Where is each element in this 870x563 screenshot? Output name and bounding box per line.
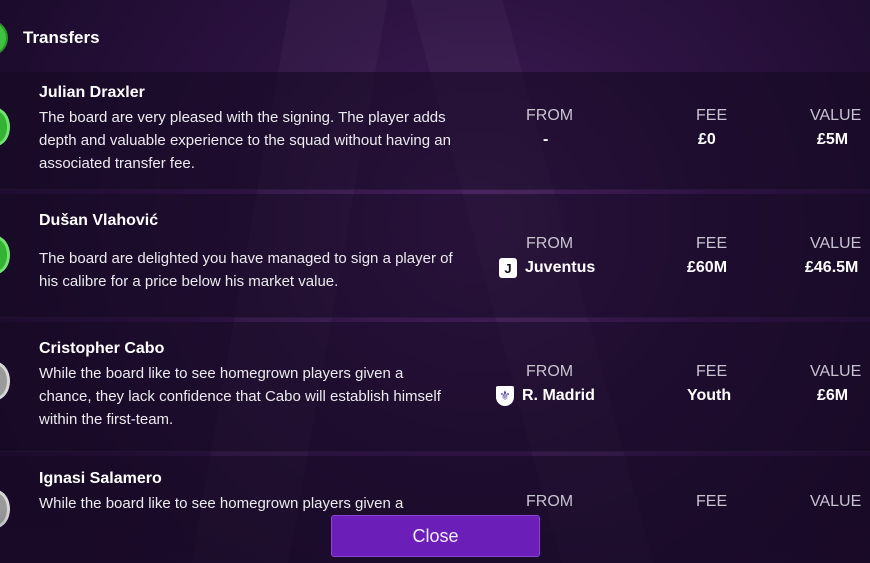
player-name: Ignasi Salamero <box>39 470 162 487</box>
market-value: £46.5M <box>805 259 859 276</box>
fee-label: FEE <box>696 107 728 124</box>
section-title: Transfers <box>23 28 100 47</box>
value-label: VALUE <box>810 363 862 380</box>
market-value: £6M <box>817 387 849 404</box>
value-label: VALUE <box>810 235 862 252</box>
from-club: - <box>543 131 549 148</box>
board-comment: While the board like to see homegrown pl… <box>39 365 441 428</box>
fee-value: £0 <box>698 131 716 148</box>
board-comment: While the board like to see homegrown pl… <box>39 495 404 512</box>
player-name: Julian Draxler <box>39 84 145 101</box>
from-club[interactable]: ⚜ R. Madrid <box>496 386 595 406</box>
board-comment: The board are delighted you have managed… <box>39 250 453 290</box>
from-label: FROM <box>526 363 574 380</box>
real-madrid-badge-icon: ⚜ <box>496 386 514 406</box>
board-comment: The board are very pleased with the sign… <box>39 109 451 172</box>
from-label: FROM <box>526 235 574 252</box>
fee-label: FEE <box>696 235 728 252</box>
transfer-row[interactable]: Julian Draxler The board are very please… <box>0 72 870 190</box>
neutral-status-icon <box>0 362 10 400</box>
fee-value: Youth <box>687 387 732 404</box>
from-club-name: R. Madrid <box>522 387 595 404</box>
section-status-icon <box>0 20 8 56</box>
from-club[interactable]: J Juventus <box>499 258 595 278</box>
juventus-badge-icon: J <box>499 258 517 278</box>
positive-status-icon <box>0 236 10 274</box>
value-label: VALUE <box>810 107 862 124</box>
positive-status-icon <box>0 108 10 146</box>
transfer-row[interactable]: Dušan Vlahović The board are delighted y… <box>0 194 870 318</box>
player-name: Cristopher Cabo <box>39 340 165 357</box>
transfer-row[interactable]: Cristopher Cabo While the board like to … <box>0 322 870 452</box>
fee-value: £60M <box>687 259 728 276</box>
from-label: FROM <box>526 493 574 510</box>
value-label: VALUE <box>810 493 862 510</box>
section-header: Transfers <box>0 0 870 70</box>
from-label: FROM <box>526 107 574 124</box>
from-club-name: Juventus <box>525 259 596 276</box>
player-name: Dušan Vlahović <box>39 212 159 229</box>
market-value: £5M <box>817 131 849 148</box>
neutral-status-icon <box>0 490 10 528</box>
fee-label: FEE <box>696 493 728 510</box>
close-button[interactable]: Close <box>331 515 540 557</box>
fee-label: FEE <box>696 363 728 380</box>
